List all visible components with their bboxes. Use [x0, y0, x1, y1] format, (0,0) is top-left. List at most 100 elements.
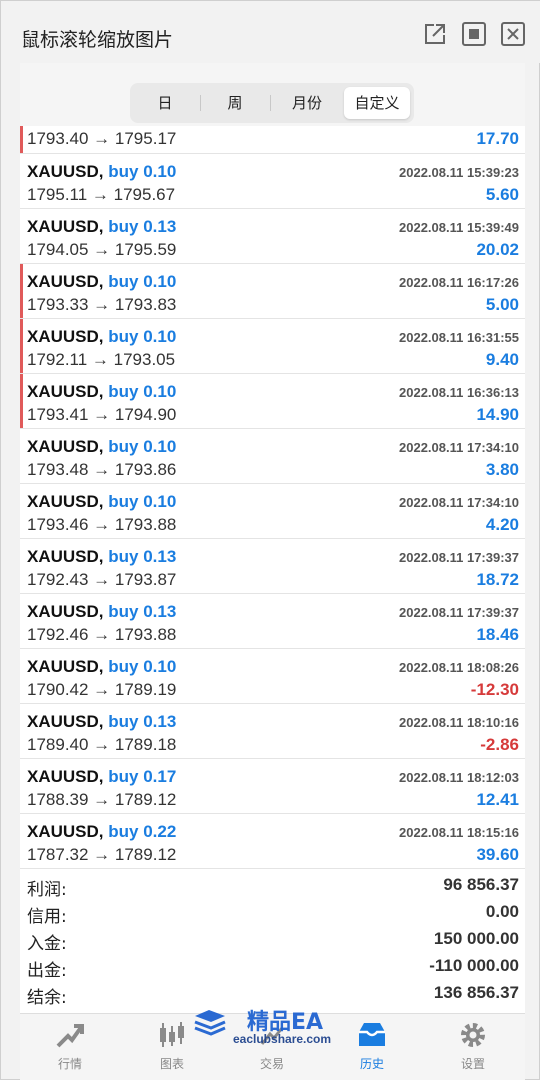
tab-label: 交易	[259, 1057, 284, 1071]
period-selector: 日 周 月份 自定义	[130, 83, 414, 123]
symbol-label: XAUUSD,	[27, 602, 104, 621]
trade-time: 2022.08.11 18:15:16	[399, 825, 519, 840]
trade-profit: 39.60	[476, 845, 519, 864]
trade-profit: -12.30	[470, 680, 519, 699]
list-item[interactable]: XAUUSD, buy 0.10 2022.08.11 16:17:26 1793.…	[20, 264, 525, 319]
summary-row-deposit: 入金: 150 000.00	[20, 925, 525, 954]
list-item[interactable]: XAUUSD, buy 0.13 2022.08.11 17:39:37 1792.…	[20, 594, 525, 649]
symbol-label: XAUUSD,	[27, 437, 104, 456]
summary-value: 96 856.37	[443, 875, 519, 894]
trade-time: 2022.08.11 17:34:10	[399, 440, 519, 455]
symbol-label: XAUUSD,	[27, 822, 104, 841]
quotes-icon	[56, 1024, 84, 1048]
period-selector-bar: 日 周 月份 自定义	[20, 63, 525, 131]
trade-symbol: XAUUSD, buy 0.17	[27, 767, 176, 787]
trade-time: 2022.08.11 16:31:55	[399, 330, 519, 345]
trade-profit: 12.41	[476, 790, 519, 809]
list-item[interactable]: XAUUSD, buy 0.13 2022.08.11 18:10:16 1789.…	[20, 704, 525, 759]
trade-side: buy 0.10	[108, 272, 177, 291]
list-item[interactable]: XAUUSD, buy 0.10 2022.08.11 18:08:26 1790.…	[20, 649, 525, 704]
trade-profit: 18.72	[476, 570, 519, 589]
close-icon[interactable]	[500, 21, 526, 47]
trade-side: buy 0.10	[108, 492, 177, 511]
list-item[interactable]: XAUUSD, buy 0.10 2022.08.11 17:34:10 1793.…	[20, 429, 525, 484]
trade-marker	[20, 264, 23, 318]
list-item[interactable]: XAUUSD, buy 0.17 2022.08.11 18:12:03 1788.…	[20, 759, 525, 814]
trade-symbol: XAUUSD, buy 0.10	[27, 272, 176, 292]
trade-time: 2022.08.11 17:39:37	[399, 605, 519, 620]
watermark-site: eaclubshare.com	[233, 1032, 332, 1046]
external-link-icon[interactable]	[422, 21, 448, 47]
trade-time: 2022.08.11 18:08:26	[399, 660, 519, 675]
trade-prices: 1792.43 → 1793.87	[27, 570, 177, 589]
list-item[interactable]: XAUUSD, buy 0.10 2022.08.11 17:34:10 1793.…	[20, 484, 525, 539]
list-item[interactable]: XAUUSD, buy 0.13 2022.08.11 15:39:49 1794.…	[20, 209, 525, 264]
tab-label: 历史	[359, 1057, 384, 1071]
symbol-label: XAUUSD,	[27, 712, 104, 731]
tab-label: 图表	[159, 1057, 184, 1071]
app-window: 鼠标滚轮缩放图片 日 周 月份 自定义 1793.40 → 1795.17 17…	[0, 0, 540, 1080]
trade-side: buy 0.10	[108, 382, 177, 401]
tab-quotes[interactable]: 行情	[30, 1020, 110, 1080]
summary-label: 出金:	[27, 961, 67, 981]
trade-profit: 20.02	[476, 240, 519, 259]
summary-row-profit: 利润: 96 856.37	[20, 871, 525, 900]
tab-label: 设置	[460, 1057, 485, 1071]
trade-symbol: XAUUSD, buy 0.13	[27, 217, 176, 237]
list-item[interactable]: 1793.40 → 1795.17 17.70	[20, 126, 525, 154]
trade-time: 2022.08.11 17:34:10	[399, 495, 519, 510]
trade-symbol: XAUUSD, buy 0.13	[27, 602, 176, 622]
trade-profit: 14.90	[476, 405, 519, 424]
trade-prices: 1793.48 → 1793.86	[27, 460, 177, 479]
trade-prices: 1793.41 → 1794.90	[27, 405, 177, 424]
trade-marker	[20, 374, 23, 428]
symbol-label: XAUUSD,	[27, 657, 104, 676]
trade-profit: 5.00	[485, 295, 519, 314]
symbol-label: XAUUSD,	[27, 217, 104, 236]
trade-prices: 1793.46 → 1793.88	[27, 515, 177, 534]
list-item[interactable]: XAUUSD, buy 0.10 2022.08.11 16:36:13 1793.…	[20, 374, 525, 429]
trade-side: buy 0.13	[108, 602, 177, 621]
trade-prices: 1792.11 → 1793.05	[27, 350, 176, 369]
tab-month[interactable]: 月份	[274, 87, 340, 119]
trade-side: buy 0.13	[108, 712, 177, 731]
tab-custom[interactable]: 自定义	[344, 87, 410, 119]
tab-week[interactable]: 周	[204, 87, 266, 119]
trade-symbol: XAUUSD, buy 0.22	[27, 822, 176, 842]
trade-profit: -2.86	[480, 735, 519, 754]
summary-label: 入金:	[27, 934, 67, 954]
summary-value: -110 000.00	[429, 956, 519, 975]
divider	[200, 95, 201, 111]
trade-prices: 1792.46 → 1793.88	[27, 625, 177, 644]
trade-symbol: XAUUSD, buy 0.10	[27, 492, 176, 512]
trade-profit: 9.40	[485, 350, 519, 369]
symbol-label: XAUUSD,	[27, 492, 104, 511]
trade-side: buy 0.10	[108, 327, 177, 346]
trade-side: buy 0.22	[108, 822, 177, 841]
list-item[interactable]: XAUUSD, buy 0.22 2022.08.11 18:15:16 1787.…	[20, 814, 525, 869]
tab-settings[interactable]: 设置	[433, 1020, 513, 1080]
trade-symbol: XAUUSD, buy 0.10	[27, 437, 176, 457]
list-item[interactable]: XAUUSD, buy 0.10 2022.08.11 15:39:23 1795.…	[20, 154, 525, 209]
summary-value: 136 856.37	[433, 983, 519, 1002]
trade-time: 2022.08.11 16:17:26	[399, 275, 519, 290]
list-item[interactable]: XAUUSD, buy 0.10 2022.08.11 16:31:55 1792.…	[20, 319, 525, 374]
list-item[interactable]: XAUUSD, buy 0.13 2022.08.11 17:39:37 1792.…	[20, 539, 525, 594]
trade-profit: 4.20	[485, 515, 519, 534]
tab-day[interactable]: 日	[134, 87, 196, 119]
trade-time: 2022.08.11 15:39:49	[399, 220, 519, 235]
summary-label: 信用:	[27, 907, 67, 927]
symbol-label: XAUUSD,	[27, 547, 104, 566]
symbol-label: XAUUSD,	[27, 162, 104, 181]
summary-value: 0.00	[485, 902, 519, 921]
trade-prices: 1789.40 → 1789.18	[27, 735, 177, 754]
maximize-icon[interactable]	[461, 21, 487, 47]
symbol-label: XAUUSD,	[27, 327, 104, 346]
trade-symbol: XAUUSD, buy 0.13	[27, 712, 176, 732]
summary-row-credit: 信用: 0.00	[20, 898, 525, 927]
title-bar: 鼠标滚轮缩放图片	[1, 1, 540, 63]
trade-time: 2022.08.11 15:39:23	[399, 165, 519, 180]
trade-symbol: XAUUSD, buy 0.10	[27, 657, 176, 677]
trade-symbol: XAUUSD, buy 0.10	[27, 327, 176, 347]
summary-row-balance: 结余: 136 856.37	[20, 979, 525, 1008]
